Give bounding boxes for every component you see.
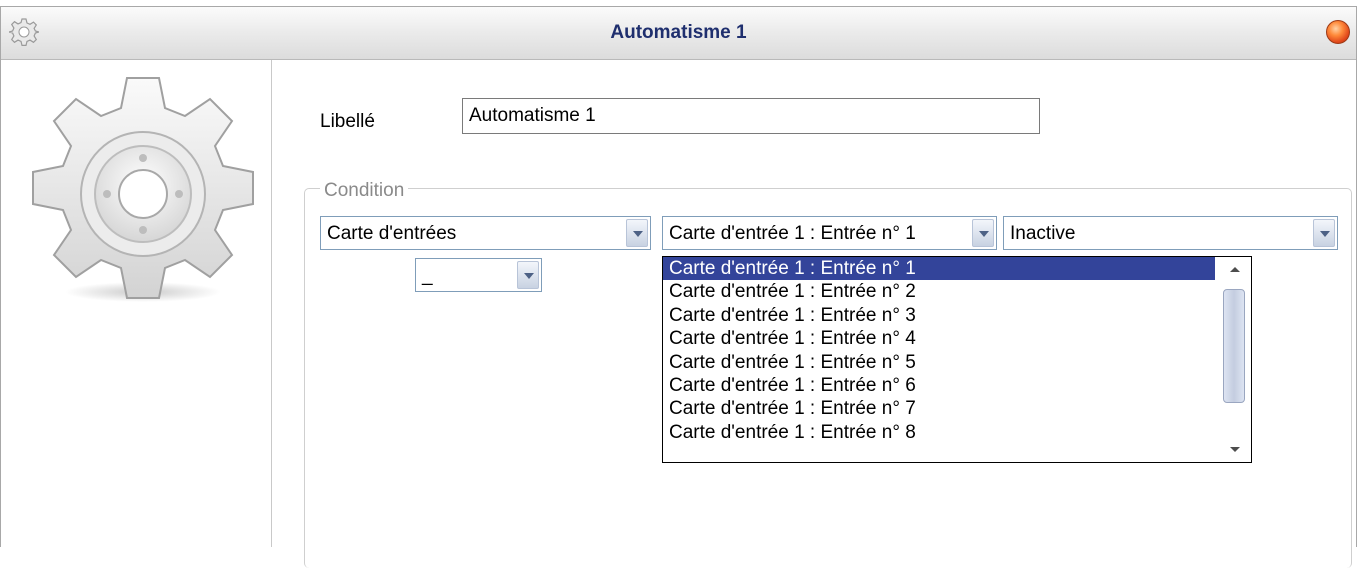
window-title: Automatisme 1 xyxy=(610,22,747,43)
scrollbar-thumb[interactable] xyxy=(1223,289,1245,403)
chevron-down-icon[interactable] xyxy=(626,219,648,247)
list-item[interactable]: Carte d'entrée 1 : Entrée n° 4 xyxy=(663,327,1215,350)
input-combo[interactable]: Carte d'entrée 1 : Entrée n° 1 xyxy=(662,216,997,250)
scroll-up-icon[interactable] xyxy=(1219,257,1251,283)
source-combo[interactable]: Carte d'entrées xyxy=(320,216,651,250)
list-item[interactable]: Carte d'entrée 1 : Entrée n° 7 xyxy=(663,397,1215,420)
dropdown-scrollbar[interactable] xyxy=(1219,257,1251,462)
condition-group-label: Condition xyxy=(320,180,409,202)
state-combo[interactable]: Inactive xyxy=(1003,216,1338,250)
list-item[interactable]: Carte d'entrée 1 : Entrée n° 5 xyxy=(663,351,1215,374)
left-panel xyxy=(1,60,272,547)
close-icon[interactable] xyxy=(1326,20,1350,44)
libelle-input[interactable] xyxy=(462,98,1040,134)
chevron-down-icon[interactable] xyxy=(1313,219,1335,247)
chevron-down-icon[interactable] xyxy=(517,261,539,289)
libelle-label: Libellé xyxy=(320,111,375,132)
input-combo-value: Carte d'entrée 1 : Entrée n° 1 xyxy=(669,223,916,244)
chevron-down-icon[interactable] xyxy=(972,219,994,247)
list-item[interactable]: Carte d'entrée 1 : Entrée n° 6 xyxy=(663,374,1215,397)
scroll-down-icon[interactable] xyxy=(1219,436,1251,462)
state-combo-value: Inactive xyxy=(1010,223,1076,244)
gear-icon xyxy=(32,77,254,302)
source-combo-value: Carte d'entrées xyxy=(327,223,457,244)
main-panel: Libellé Condition Carte d'entrées Carte … xyxy=(272,60,1356,568)
dialog-window: Automatisme 1 Libellé Automatisme 1 Cond… xyxy=(0,6,1357,568)
list-item[interactable]: Carte d'entrée 1 : Entrée n° 3 xyxy=(663,304,1215,327)
title-bar: Automatisme 1 xyxy=(1,7,1356,60)
input-dropdown-list[interactable]: Carte d'entrée 1 : Entrée n° 1 Carte d'e… xyxy=(662,256,1252,463)
operator-combo[interactable]: _ xyxy=(415,258,542,292)
list-item[interactable]: Carte d'entrée 1 : Entrée n° 1 xyxy=(663,257,1215,281)
operator-combo-value: _ xyxy=(422,265,433,286)
list-item[interactable]: Carte d'entrée 1 : Entrée n° 8 xyxy=(663,421,1215,444)
list-item[interactable]: Carte d'entrée 1 : Entrée n° 2 xyxy=(663,280,1215,303)
